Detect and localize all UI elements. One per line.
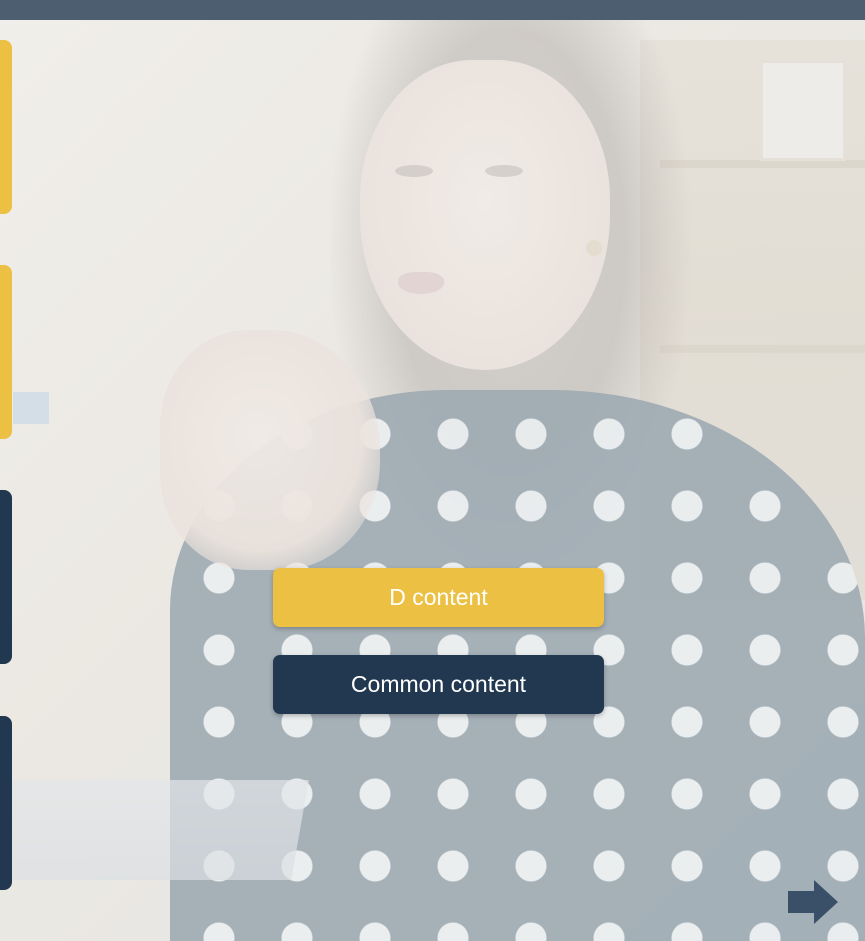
background-shelf	[640, 40, 865, 600]
side-tab-1[interactable]	[0, 40, 12, 214]
next-button[interactable]	[786, 878, 840, 926]
slide-canvas: D content Common content	[0, 0, 865, 941]
side-tab-2[interactable]	[0, 265, 12, 439]
common-content-button-label: Common content	[350, 671, 527, 697]
background-laptop	[0, 780, 309, 880]
d-content-button[interactable]: D content	[273, 568, 604, 627]
background-person-hair	[330, 20, 690, 580]
d-content-button-label: D content	[389, 584, 488, 610]
background-person-eye	[485, 165, 523, 177]
background-wash-overlay	[0, 0, 865, 941]
top-bar	[0, 0, 865, 20]
side-tab-4[interactable]	[0, 716, 12, 890]
side-tab-3[interactable]	[0, 490, 12, 664]
common-content-button[interactable]: Common content	[273, 655, 604, 714]
background-person-hand	[160, 330, 380, 570]
background-person-earring	[586, 240, 602, 256]
arrow-right-icon	[788, 880, 838, 924]
background-person-face	[360, 60, 610, 370]
background-shelf-board	[660, 345, 865, 353]
background-picture-frame	[760, 60, 846, 161]
background-person-eye	[395, 165, 433, 177]
background-shelf-board	[660, 160, 865, 168]
decorative-blue-mark	[13, 392, 49, 424]
background-person-mouth	[398, 272, 444, 294]
